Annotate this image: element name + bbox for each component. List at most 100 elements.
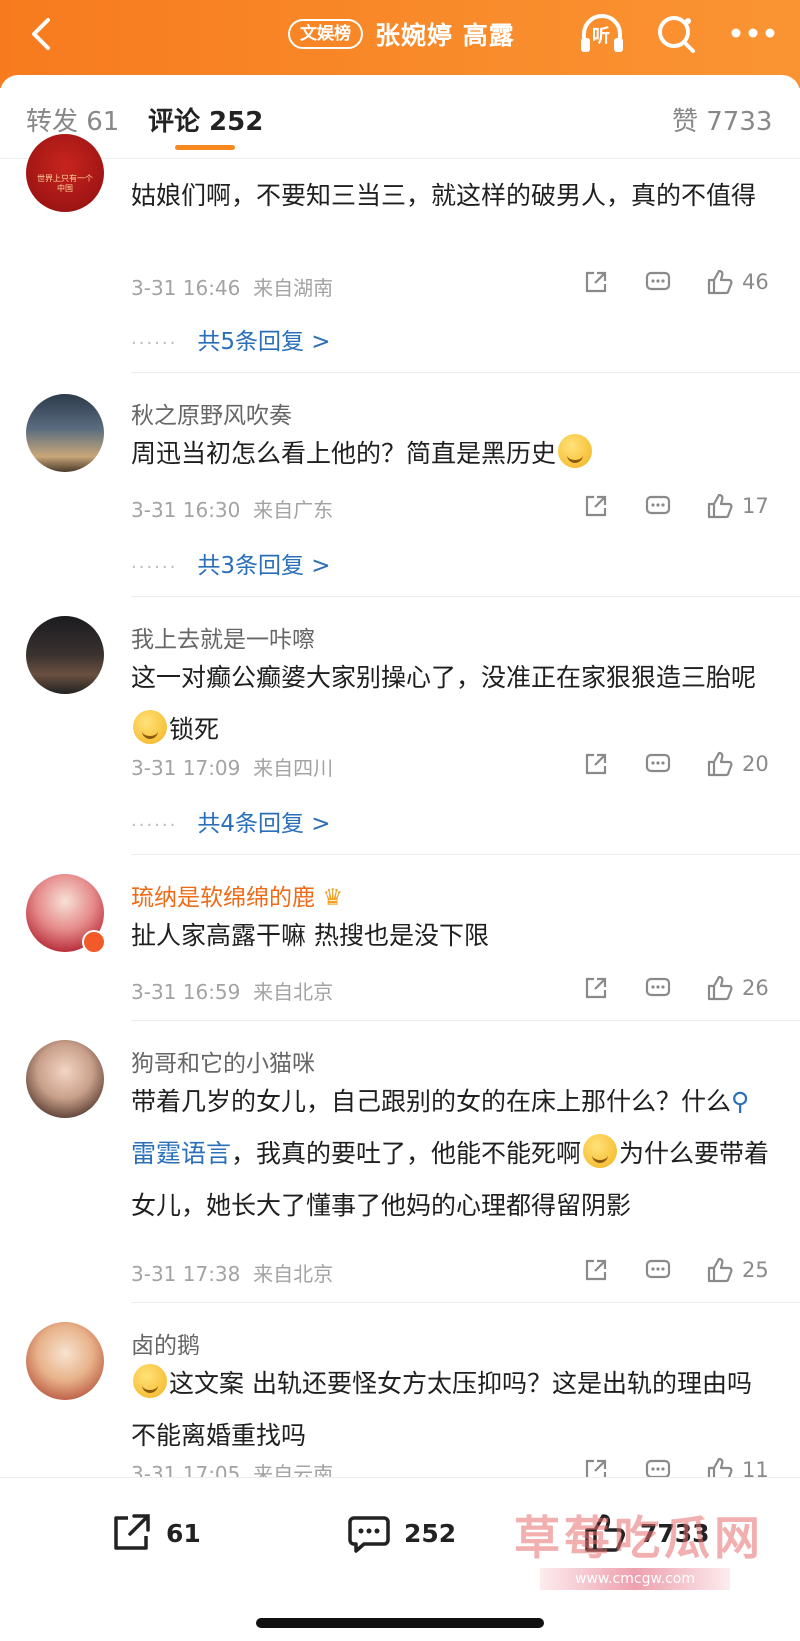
comment-icon[interactable] — [644, 750, 672, 778]
repost-count: 61 — [166, 1518, 201, 1548]
comment-meta: 3-31 16:46 来自湖南 — [131, 272, 333, 301]
comment-meta: 3-31 17:09 来自四川 — [131, 752, 333, 781]
divider — [131, 372, 800, 373]
view-replies-link[interactable]: ······ 共4条回复 > — [131, 804, 331, 838]
home-indicator[interactable] — [256, 1618, 544, 1628]
comment-text: 这一对癫公癫婆大家别操心了，没准正在家狠狠造三胎呢锁死 — [131, 652, 771, 756]
bottom-action-bar: 61 252 7733 草莓吃瓜网 www.cmcgw.com — [0, 1477, 800, 1641]
comment-location: 来自北京 — [253, 1262, 334, 1286]
comment-text-body: 带着几岁的女儿，自己跟别的女的在床上那什么？什么 — [131, 1087, 732, 1116]
comment-actions: 46 — [548, 268, 772, 296]
laugh-cry-emoji-icon — [133, 1364, 167, 1398]
like-icon[interactable] — [706, 268, 734, 296]
comment-text: 这文案 出轨还要怪女方太压抑吗？这是出轨的理由吗 不能离婚重找吗 — [131, 1358, 771, 1462]
share-icon[interactable] — [582, 1256, 610, 1284]
username[interactable]: 狗哥和它的小猫咪 — [131, 1044, 315, 1078]
comment-text-body: 这一对癫公癫婆大家别操心了，没准正在家狠狠造三胎呢 — [131, 663, 757, 692]
replies-dots: ······ — [131, 333, 178, 354]
like-icon[interactable] — [706, 750, 734, 778]
comment-text-tail: 锁死 — [169, 715, 220, 744]
back-arrow-icon[interactable] — [22, 14, 62, 54]
listen-label: 听 — [592, 26, 610, 47]
repost-button[interactable]: 61 — [108, 1510, 201, 1556]
comment-location: 来自广东 — [253, 498, 334, 522]
divider — [131, 1020, 800, 1021]
comment-meta: 3-31 17:38 来自北京 — [131, 1258, 333, 1287]
like-count: 25 — [742, 1258, 769, 1282]
share-icon[interactable] — [582, 750, 610, 778]
avatar-caption: 世界上只有一个中国 — [37, 174, 93, 193]
crown-icon: ♛ — [322, 885, 343, 911]
replies-label: 共3条回复 > — [197, 553, 331, 579]
tab-bar: 转发 61 评论 252 赞 7733 — [0, 75, 800, 159]
username[interactable]: 琉纳是软绵绵的鹿 ♛ — [131, 878, 343, 912]
share-icon[interactable] — [582, 492, 610, 520]
replies-label: 共5条回复 > — [197, 329, 331, 355]
like-count: 17 — [742, 494, 769, 518]
comment-location: 来自湖南 — [253, 276, 334, 300]
repost-icon — [114, 1514, 150, 1550]
search-icon[interactable] — [655, 12, 699, 56]
like-count: 20 — [742, 752, 769, 776]
view-replies-link[interactable]: ······ 共5条回复 > — [131, 322, 331, 356]
comment-text-body: 周迅当初怎么看上他的？简直是黑历史 — [131, 439, 557, 468]
username-text: 琉纳是软绵绵的鹿 — [131, 885, 315, 911]
tab-comments[interactable]: 评论 252 — [148, 101, 263, 138]
smile-emoji-icon — [133, 710, 167, 744]
avatar[interactable]: 世界上只有一个中国 — [26, 134, 104, 212]
comment-location: 来自四川 — [253, 756, 334, 780]
comment-actions: 25 — [548, 1256, 772, 1284]
comment-icon[interactable] — [644, 268, 672, 296]
like-icon[interactable] — [706, 974, 734, 1002]
laugh-cry-emoji-icon — [558, 434, 593, 468]
divider — [131, 1302, 800, 1303]
more-icon[interactable] — [730, 26, 776, 40]
comment-time: 3-31 16:30 — [131, 498, 241, 522]
comment-text: 扯人家高露干嘛 热搜也是没下限 — [131, 921, 489, 950]
comment-text-body: 这文案 出轨还要怪女方太压抑吗？这是出轨的理由吗 不能离婚重找吗 — [131, 1369, 752, 1450]
comment-icon[interactable] — [644, 492, 672, 520]
comment-text: 带着几岁的女儿，自己跟别的女的在床上那什么？什么⚲ 雷霆语言，我真的要吐了，他能不… — [131, 1076, 771, 1232]
share-icon[interactable] — [582, 268, 610, 296]
topic-name: 张婉婷 高露 — [375, 21, 515, 50]
view-replies-link[interactable]: ······ 共3条回复 > — [131, 546, 331, 580]
comment-meta: 3-31 16:59 来自北京 — [131, 976, 333, 1005]
username[interactable]: 秋之原野风吹奏 — [131, 396, 292, 430]
comment-button[interactable]: 252 — [346, 1510, 456, 1556]
comment-text: 周迅当初怎么看上他的？简直是黑历史 — [131, 428, 771, 480]
comment-time: 3-31 16:46 — [131, 276, 241, 300]
like-icon[interactable] — [706, 1256, 734, 1284]
divider — [131, 596, 800, 597]
comment-time: 3-31 16:59 — [131, 980, 241, 1004]
divider — [131, 854, 800, 855]
search-icon: ⚲ — [731, 1087, 750, 1116]
comment-text-middle: ，我真的要吐了，他能不能死啊 — [231, 1139, 582, 1168]
ranking-tag: 文娱榜 — [288, 19, 363, 49]
avatar[interactable] — [26, 394, 104, 472]
super-topic-label: 雷霆语言 — [131, 1139, 232, 1168]
username[interactable]: 卤的鹅 — [131, 1326, 200, 1360]
comment-meta: 3-31 16:30 来自广东 — [131, 494, 333, 523]
avatar[interactable] — [26, 1322, 104, 1400]
replies-label: 共4条回复 > — [197, 811, 331, 837]
topic-title[interactable]: 文娱榜 张婉婷 高露 — [288, 14, 515, 54]
comment-actions: 26 — [548, 974, 772, 1002]
share-icon[interactable] — [582, 974, 610, 1002]
smile-emoji-icon — [583, 1134, 618, 1168]
tab-reposts[interactable]: 转发 61 — [26, 101, 119, 138]
watermark-url: www.cmcgw.com — [540, 1568, 730, 1590]
watermark-text: 草莓吃瓜网 — [514, 1511, 764, 1565]
avatar[interactable] — [26, 616, 104, 694]
comment-time: 3-31 17:38 — [131, 1262, 241, 1286]
comment-icon[interactable] — [644, 974, 672, 1002]
comment-actions: 17 — [548, 492, 772, 520]
avatar[interactable] — [26, 1040, 104, 1118]
like-count: 46 — [742, 270, 769, 294]
comment-icon — [348, 1516, 390, 1553]
username[interactable]: 我上去就是一咔嚓 — [131, 620, 315, 654]
comment-icon[interactable] — [644, 1256, 672, 1284]
comment-location: 来自北京 — [253, 980, 334, 1004]
replies-dots: ······ — [131, 557, 178, 578]
tab-likes[interactable]: 赞 7733 — [672, 101, 772, 138]
like-icon[interactable] — [706, 492, 734, 520]
